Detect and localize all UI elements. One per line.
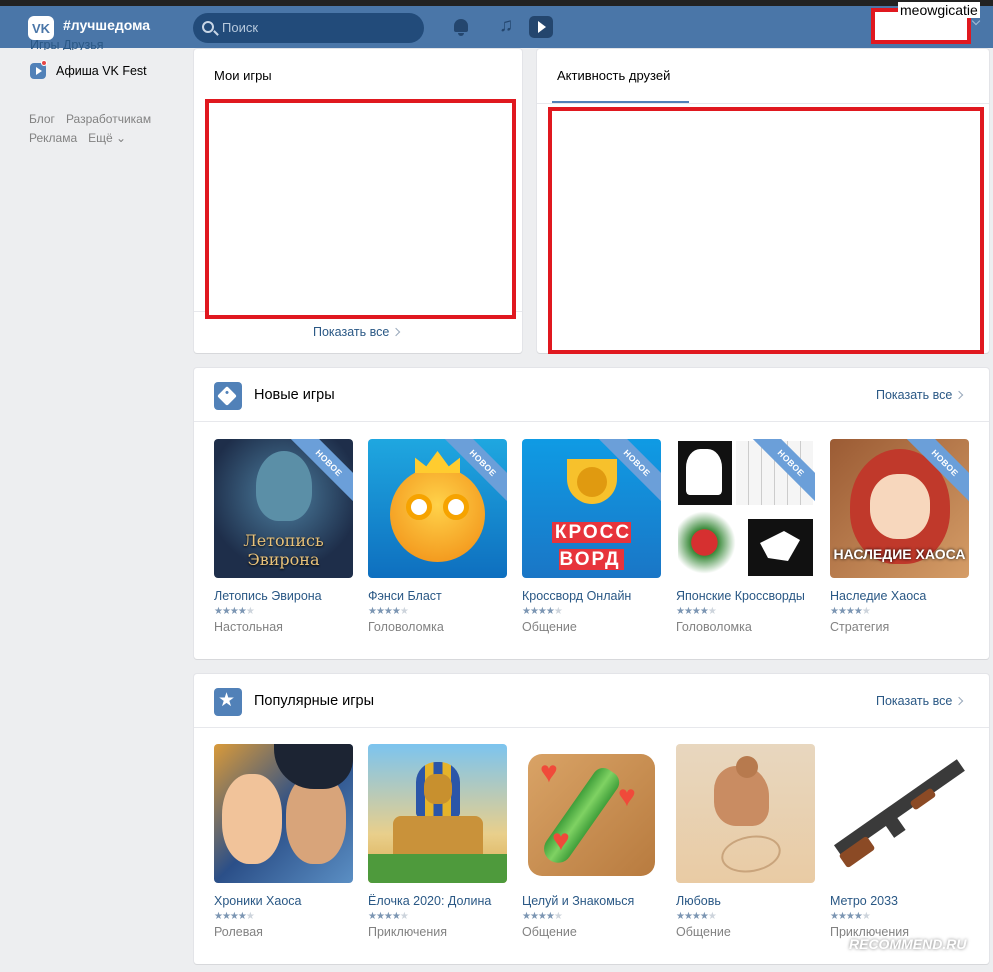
video-player-icon[interactable] — [529, 16, 553, 38]
vk-logo-icon[interactable]: VK — [28, 16, 54, 40]
game-card-japanese-crosswords[interactable]: НОВОЕ Японские Кроссворды ★★★★★ Головоло… — [676, 439, 815, 634]
game-title[interactable]: Любовь — [676, 894, 815, 908]
game-genre: Общение — [676, 925, 731, 939]
footer-link-developers[interactable]: Разработчикам — [66, 112, 151, 126]
redacted-friends-activity — [548, 107, 984, 354]
footer-links-row-2: Реклама Ещё ⌄ — [29, 131, 137, 145]
game-thumbnail[interactable] — [368, 744, 507, 883]
game-title[interactable]: Фэнси Бласт — [368, 589, 507, 603]
popular-games-section: ★ Популярные игры Показать все Хроники Х… — [194, 674, 989, 964]
thumbnail-art-text: Летопись Эвирона — [243, 531, 324, 569]
star-icon: ★ — [214, 688, 242, 716]
rating-stars: ★★★★★ — [368, 911, 409, 922]
game-card-yolochka[interactable]: Ёлочка 2020: Долина ★★★★★ Приключения — [368, 744, 507, 939]
game-genre: Приключения — [368, 925, 448, 939]
game-title[interactable]: Метро 2033 — [830, 894, 969, 908]
game-genre: Настольная — [214, 620, 283, 634]
game-genre: Головоломка — [676, 620, 752, 634]
rating-stars: ★★★★★ — [214, 606, 255, 617]
game-thumbnail[interactable]: НОВОЕ — [368, 439, 507, 578]
watermark-logo-icon — [832, 938, 846, 953]
popular-games-title: Популярные игры — [254, 693, 375, 709]
tab-friends-activity[interactable]: Активность друзей — [557, 68, 670, 83]
divider — [537, 103, 989, 104]
vk-fest-icon — [30, 60, 47, 79]
logo-text: VK — [31, 20, 51, 36]
game-card-fancy-blast[interactable]: НОВОЕ Фэнси Бласт ★★★★★ Головоломка — [368, 439, 507, 634]
redacted-my-games — [205, 99, 516, 319]
chevron-right-icon — [955, 696, 964, 706]
game-thumbnail[interactable] — [830, 744, 969, 883]
game-genre: Головоломка — [368, 620, 444, 634]
thumbnail-art-text: НАСЛЕДИЕ ХАОСА — [833, 546, 966, 562]
show-all-label: Показать все — [876, 388, 953, 402]
game-title[interactable]: Летопись Эвирона — [214, 589, 353, 603]
game-title[interactable]: Хроники Хаоса — [214, 894, 353, 908]
new-games-title: Новые игры — [254, 387, 335, 403]
game-card-kiss-and-meet[interactable]: ♥ ♥ ♥ Целуй и Знакомься ★★★★★ Общение — [522, 744, 661, 939]
game-title[interactable]: Японские Кроссворды — [676, 589, 815, 603]
watermark: RECOMMEND.RU — [832, 936, 966, 953]
game-title[interactable]: Наследие Хаоса — [830, 589, 969, 603]
search-placeholder: Поиск — [222, 20, 259, 35]
game-card-chaos-legacy[interactable]: НАСЛЕДИЕ ХАОСА НОВОЕ Наследие Хаоса ★★★★… — [830, 439, 969, 634]
username: meowgicatie — [898, 2, 980, 18]
top-header: VK #лучшедома Поиск ♫ — [0, 0, 993, 48]
game-thumbnail[interactable]: ♥ ♥ ♥ — [522, 744, 661, 883]
game-genre: Общение — [522, 925, 577, 939]
chevron-right-icon — [392, 327, 401, 337]
tag-icon — [214, 382, 242, 410]
game-title[interactable]: Ёлочка 2020: Долина — [368, 894, 507, 908]
game-card-crossword[interactable]: КРОСС ВОРД НОВОЕ Кроссворд Онлайн ★★★★★ … — [522, 439, 661, 634]
game-genre: Общение — [522, 620, 577, 634]
sidebar-item-label: Афиша VK Fest — [56, 64, 147, 78]
thumbnail-art-text: КРОСС ВОРД — [536, 519, 647, 573]
game-card-chaos-chronicles[interactable]: Хроники Хаоса ★★★★★ Ролевая — [214, 744, 353, 939]
footer-link-more[interactable]: Ещё ⌄ — [88, 131, 126, 145]
hashtag-link[interactable]: #лучшедома — [63, 17, 150, 33]
my-games-show-all-link[interactable]: Показать все — [313, 325, 401, 339]
rating-stars: ★★★★★ — [676, 911, 717, 922]
music-icon[interactable]: ♫ — [499, 15, 513, 37]
rating-stars: ★★★★★ — [676, 606, 717, 617]
game-card-letopis[interactable]: Летопись Эвирона НОВОЕ Летопись Эвирона … — [214, 439, 353, 634]
show-all-label: Показать все — [313, 325, 390, 339]
sidebar-item-cut[interactable]: Игры Друзья — [30, 38, 104, 50]
my-games-title: Мои игры — [214, 68, 272, 83]
game-thumbnail[interactable]: Летопись Эвирона НОВОЕ — [214, 439, 353, 578]
game-genre: Стратегия — [830, 620, 890, 634]
search-icon — [202, 21, 214, 33]
new-games-show-all-link[interactable]: Показать все — [876, 388, 964, 402]
sidebar-item-vk-fest[interactable]: Афиша VK Fest — [30, 60, 147, 79]
game-card-love[interactable]: Любовь ★★★★★ Общение — [676, 744, 815, 939]
rating-stars: ★★★★★ — [830, 606, 871, 617]
rating-stars: ★★★★★ — [214, 911, 255, 922]
divider — [194, 727, 989, 728]
footer-link-ads[interactable]: Реклама — [29, 131, 77, 145]
game-thumbnail[interactable]: НАСЛЕДИЕ ХАОСА НОВОЕ — [830, 439, 969, 578]
footer-links-row-1: Блог Разработчикам — [29, 112, 162, 126]
search-input[interactable]: Поиск — [193, 13, 424, 43]
new-games-section: Новые игры Показать все Летопись Эвирона… — [194, 368, 989, 659]
game-title[interactable]: Кроссворд Онлайн — [522, 589, 661, 603]
game-card-metro-2033[interactable]: Метро 2033 ★★★★★ Приключения — [830, 744, 969, 939]
game-thumbnail[interactable] — [676, 744, 815, 883]
divider — [194, 421, 989, 422]
show-all-label: Показать все — [876, 694, 953, 708]
game-title[interactable]: Целуй и Знакомься — [522, 894, 661, 908]
game-thumbnail[interactable]: КРОСС ВОРД НОВОЕ — [522, 439, 661, 578]
footer-link-blog[interactable]: Блог — [29, 112, 55, 126]
rating-stars: ★★★★★ — [522, 911, 563, 922]
notification-dot — [41, 60, 47, 66]
game-thumbnail[interactable]: НОВОЕ — [676, 439, 815, 578]
rating-stars: ★★★★★ — [830, 911, 871, 922]
notifications-bell-icon[interactable] — [453, 17, 469, 37]
game-genre: Ролевая — [214, 925, 263, 939]
rating-stars: ★★★★★ — [368, 606, 409, 617]
game-thumbnail[interactable] — [214, 744, 353, 883]
chevron-right-icon — [955, 390, 964, 400]
rating-stars: ★★★★★ — [522, 606, 563, 617]
popular-games-show-all-link[interactable]: Показать все — [876, 694, 964, 708]
